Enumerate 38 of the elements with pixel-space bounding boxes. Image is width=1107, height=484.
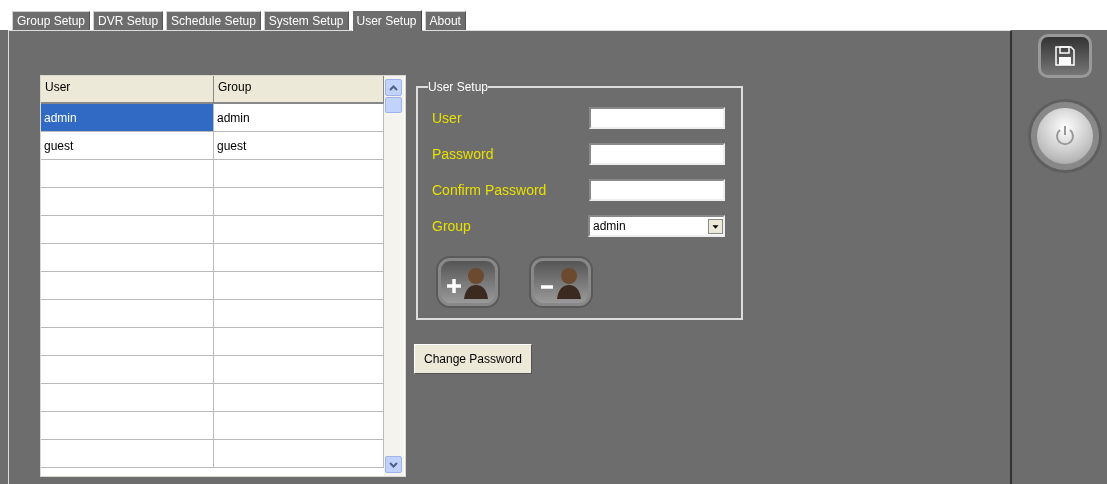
change-password-button[interactable]: Change Password [414,344,532,374]
group-dropdown[interactable]: admin [588,215,725,237]
scrollbar[interactable] [384,76,404,476]
field-label: Group [432,218,471,234]
power-button[interactable] [1030,102,1099,170]
field-label: User [432,110,462,126]
tab[interactable]: DVR Setup [93,11,164,30]
field-label: Confirm Password [432,182,547,198]
user-field[interactable] [589,107,725,129]
chevron-down-icon [389,461,398,468]
remove-user-button[interactable] [531,258,591,306]
column-header[interactable]: User [41,76,214,104]
caret-icon [708,218,723,234]
chevron-up-icon [389,84,398,91]
add-user-icon [446,265,490,299]
scroll-thumb[interactable] [385,97,402,113]
add-user-button[interactable] [438,258,498,306]
tab[interactable]: About [424,11,466,30]
power-icon [1053,124,1076,148]
column-header[interactable]: Group [214,76,384,104]
scroll-down-button[interactable] [385,456,402,473]
table-cell: admin [214,104,384,132]
tab[interactable]: User Setup [351,10,422,31]
tab[interactable]: Group Setup [12,11,91,30]
scroll-up-button[interactable] [385,79,402,96]
table-cell: guest [214,132,384,160]
save-button[interactable] [1037,34,1092,78]
table-cell: guest [41,132,214,160]
table-row[interactable]: guest guest [41,132,384,160]
field-label: Password [432,146,494,162]
tab[interactable]: System Setup [263,11,349,30]
table-cell: admin [41,104,214,132]
password-field[interactable] [589,179,725,201]
tab[interactable]: Schedule Setup [166,11,261,30]
table-row[interactable]: admin admin [41,104,384,132]
group-title: User Setup [428,80,489,94]
remove-user-icon [539,265,583,299]
password-field[interactable] [589,143,725,165]
